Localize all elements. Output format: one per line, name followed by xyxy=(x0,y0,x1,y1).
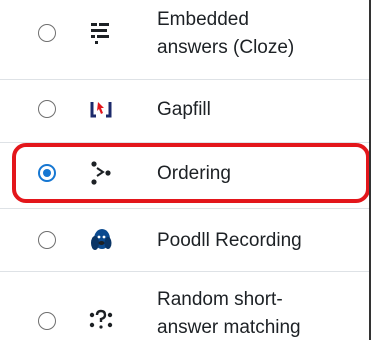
question-type-option-gapfill[interactable]: Gapfill xyxy=(0,80,371,144)
radio-poodll[interactable] xyxy=(38,231,56,249)
question-type-option-poodll[interactable]: Poodll Recording xyxy=(0,209,371,273)
radio-random-match[interactable] xyxy=(38,312,56,330)
option-label-cloze-line2: answers (Cloze) xyxy=(157,37,295,58)
question-type-option-random-match[interactable]: Random short- answer matching xyxy=(0,272,371,338)
option-label-random-match-line1: Random short- xyxy=(157,289,283,310)
question-type-option-ordering[interactable]: Ordering xyxy=(0,143,371,207)
radio-cloze[interactable] xyxy=(38,24,56,42)
cloze-icon xyxy=(88,20,114,46)
option-label-random-match-line2: answer matching xyxy=(157,317,301,338)
option-label-ordering: Ordering xyxy=(157,163,231,184)
option-label-gapfill: Gapfill xyxy=(157,99,211,120)
ordering-icon xyxy=(88,160,114,186)
gapfill-icon xyxy=(88,96,114,122)
radio-ordering[interactable] xyxy=(38,164,56,182)
question-type-chooser: Embedded answers (Cloze) Gapfill Orderin… xyxy=(0,0,371,340)
question-type-option-cloze[interactable]: Embedded answers (Cloze) xyxy=(0,0,371,64)
poodll-icon xyxy=(88,226,114,252)
radio-gapfill[interactable] xyxy=(38,100,56,118)
option-label-cloze-line1: Embedded xyxy=(157,9,249,30)
random-match-icon xyxy=(88,307,114,333)
option-label-poodll: Poodll Recording xyxy=(157,230,302,251)
